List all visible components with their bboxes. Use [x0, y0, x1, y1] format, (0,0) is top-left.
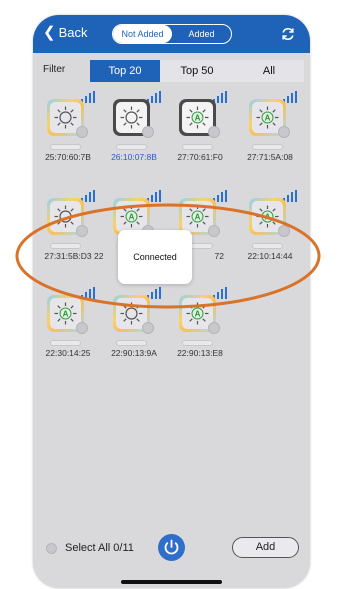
- device-level-bar: [50, 340, 81, 346]
- signal-strength-icon: [213, 190, 227, 202]
- signal-strength-icon: [283, 190, 297, 202]
- connected-toast: Connected: [118, 230, 192, 284]
- footer-bar: Select All 0/11 Add: [33, 533, 310, 588]
- device-item[interactable]: 25:70:60:7B: [39, 91, 99, 179]
- back-button[interactable]: ❮ Back: [43, 25, 87, 40]
- device-level-bar: [182, 144, 213, 150]
- device-level-bar: [116, 144, 147, 150]
- tab-top-50[interactable]: Top 50: [160, 60, 234, 82]
- device-checkbox[interactable]: [142, 322, 154, 334]
- device-item[interactable]: A 27:70:61:F0: [171, 91, 231, 179]
- device-checkbox[interactable]: [278, 126, 290, 138]
- filter-label: Filter: [43, 64, 66, 75]
- device-checkbox[interactable]: [208, 322, 220, 334]
- device-checkbox[interactable]: [76, 322, 88, 334]
- added-segmented-control: Not Added Added: [112, 24, 232, 44]
- device-address-label: 22:30:14:25: [45, 348, 91, 358]
- device-level-bar: [50, 144, 81, 150]
- select-all-label: Select All 0/11: [65, 542, 134, 554]
- signal-strength-icon: [147, 91, 161, 103]
- device-checkbox[interactable]: [208, 126, 220, 138]
- refresh-icon[interactable]: [280, 26, 296, 42]
- device-level-bar: [252, 144, 283, 150]
- device-address-label: 22:90:13:9A: [111, 348, 157, 358]
- tab-top-20[interactable]: Top 20: [90, 60, 160, 82]
- select-all-toggle[interactable]: Select All 0/11: [46, 542, 134, 554]
- add-button[interactable]: Add: [232, 537, 299, 558]
- svg-text:A: A: [195, 310, 201, 319]
- signal-strength-icon: [213, 91, 227, 103]
- home-indicator: [121, 580, 222, 584]
- device-checkbox[interactable]: [76, 126, 88, 138]
- signal-strength-icon: [81, 91, 95, 103]
- segment-not-added[interactable]: Not Added: [113, 25, 172, 43]
- filter-bar: Filter Top 20 Top 50 All: [33, 60, 310, 82]
- device-address-label: 22:90:13:E8: [177, 348, 223, 358]
- signal-strength-icon: [81, 190, 95, 202]
- tab-all[interactable]: All: [234, 60, 304, 82]
- device-checkbox[interactable]: [142, 126, 154, 138]
- device-address-label: 27:71:5A:08: [247, 152, 293, 162]
- power-button[interactable]: [158, 534, 185, 561]
- nav-header: ❮ Back Not Added Added: [33, 15, 310, 53]
- device-address-label: 25:70:60:7B: [45, 152, 91, 162]
- device-address-label: 27:70:61:F0: [177, 152, 223, 162]
- device-level-bar: [182, 340, 213, 346]
- signal-strength-icon: [283, 91, 297, 103]
- svg-text:A: A: [265, 114, 271, 123]
- svg-text:A: A: [63, 310, 69, 319]
- device-item[interactable]: 26:10:07:8B: [105, 91, 165, 179]
- device-item[interactable]: A 27:71:5A:08: [241, 91, 301, 179]
- select-all-checkbox[interactable]: [46, 542, 57, 554]
- device-level-bar: [116, 340, 147, 346]
- power-icon: [164, 539, 179, 555]
- signal-strength-icon: [147, 190, 161, 202]
- segment-added[interactable]: Added: [172, 25, 231, 43]
- back-label: Back: [58, 25, 88, 40]
- device-address-label: 26:10:07:8B: [111, 152, 157, 162]
- chevron-left-icon: ❮: [43, 24, 56, 41]
- svg-text:A: A: [195, 114, 201, 123]
